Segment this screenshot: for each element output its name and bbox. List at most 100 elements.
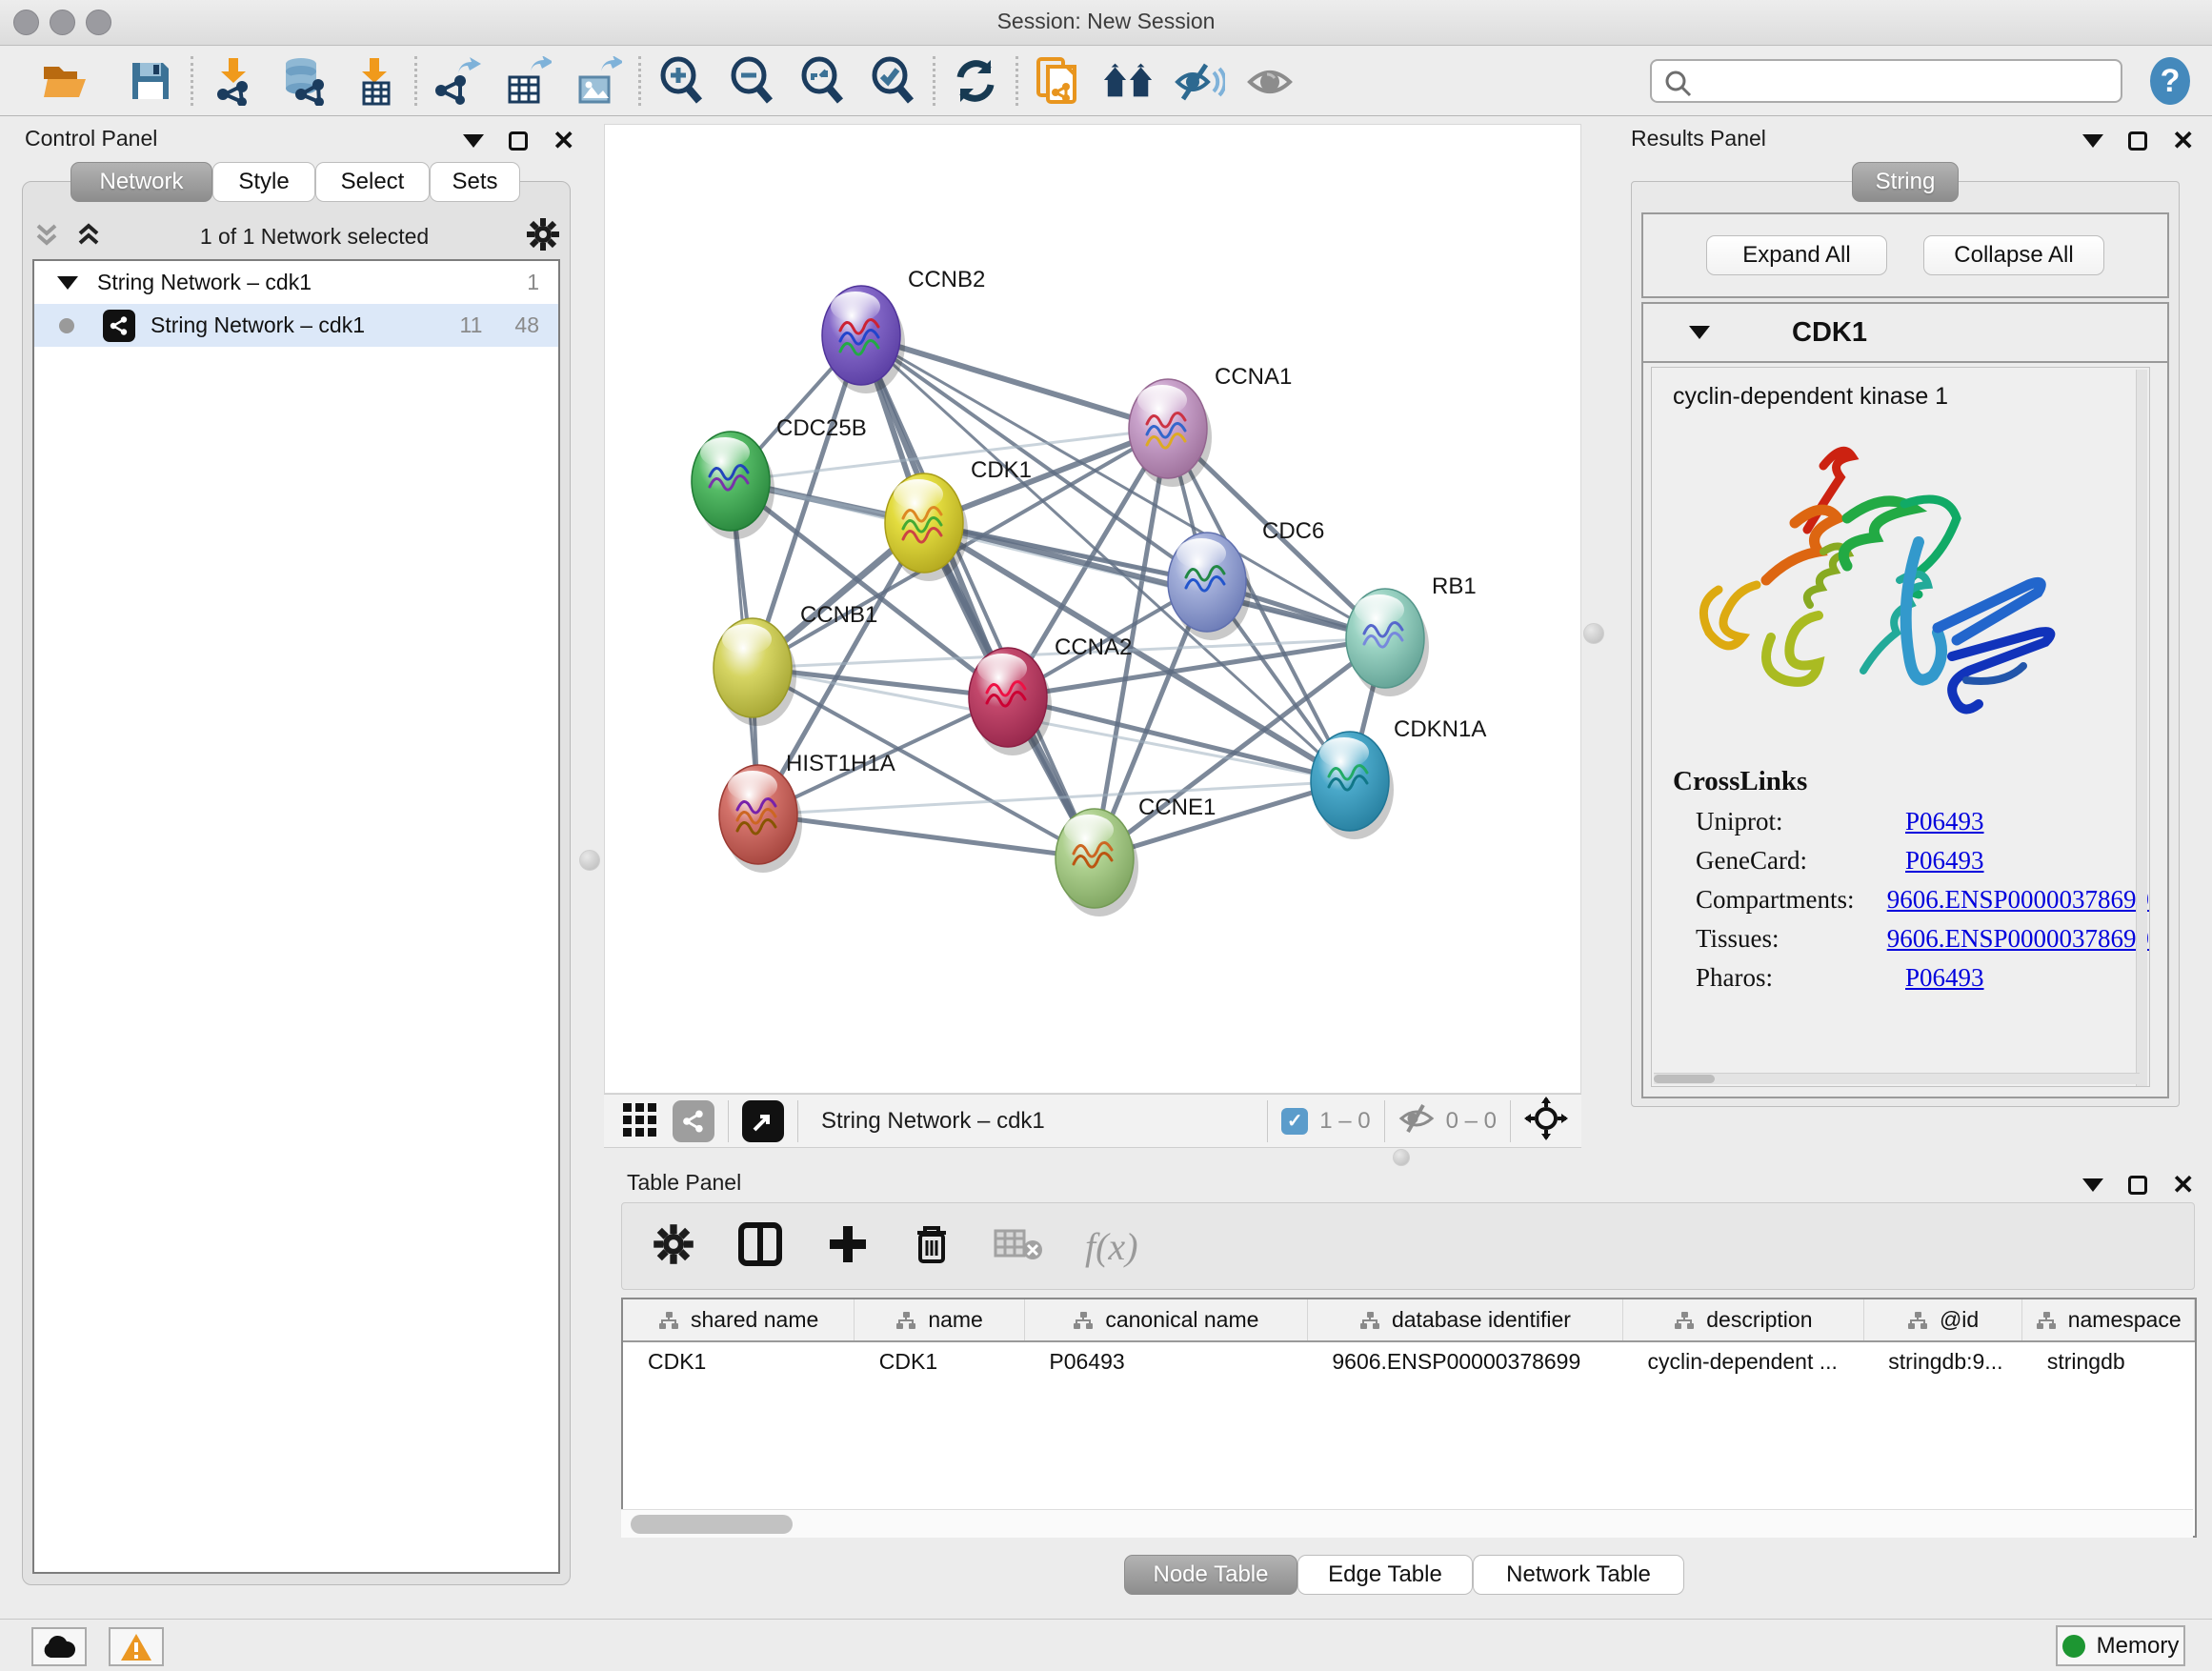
column-header-name[interactable]: name (855, 1299, 1025, 1341)
expand-all-button[interactable]: Expand All (1706, 235, 1887, 275)
zoom-out-icon[interactable] (725, 54, 778, 108)
left-splitter-handle[interactable] (579, 850, 600, 871)
show-columns-icon[interactable] (736, 1220, 784, 1273)
results-vertical-scrollbar[interactable] (2136, 370, 2147, 1086)
table-cell[interactable]: CDK1 (623, 1341, 855, 1381)
change-species-icon[interactable] (1102, 54, 1156, 108)
grid-view-icon[interactable] (621, 1099, 659, 1142)
tab-node-table[interactable]: Node Table (1124, 1555, 1297, 1595)
table-cell[interactable]: cyclin-dependent ... (1622, 1341, 1863, 1381)
export-table-icon[interactable] (501, 54, 554, 108)
left-splitter[interactable] (583, 116, 596, 1172)
table-panel-close-icon[interactable]: ✕ (2172, 1176, 2194, 1195)
crosslink-link[interactable]: P06493 (1905, 846, 1984, 876)
crosslink-label: Uniprot: (1696, 807, 1905, 836)
table-cell[interactable]: 9606.ENSP00000378699 (1307, 1341, 1622, 1381)
show-all-icon[interactable] (1243, 54, 1297, 108)
network-collection-row[interactable]: String Network – cdk1 1 (34, 261, 558, 304)
tab-sets[interactable]: Sets (430, 162, 520, 202)
zoom-in-icon[interactable] (654, 54, 708, 108)
zoom-fit-icon[interactable] (795, 54, 849, 108)
crosslink-link[interactable]: P06493 (1905, 963, 1984, 993)
column-header-database-identifier[interactable]: database identifier (1307, 1299, 1622, 1341)
expand-all-networks-icon[interactable] (74, 220, 103, 253)
network-share-view-icon[interactable] (673, 1100, 714, 1142)
results-panel-close-icon[interactable]: ✕ (2172, 131, 2194, 151)
tab-select[interactable]: Select (315, 162, 430, 202)
delete-table-icon (994, 1227, 1043, 1266)
crosslink-link[interactable]: 9606.ENSP00000378699 (1887, 885, 2149, 915)
collapse-all-networks-icon[interactable] (32, 220, 61, 253)
node-label: CDC25B (776, 415, 867, 441)
tab-network[interactable]: Network (70, 162, 212, 202)
table-options-gear-icon[interactable] (653, 1223, 694, 1270)
table-cell[interactable]: P06493 (1024, 1341, 1307, 1381)
control-panel-title: Control Panel (25, 126, 157, 151)
delete-column-icon[interactable] (912, 1221, 952, 1272)
tree-expand-icon[interactable] (57, 276, 78, 290)
zoom-selected-icon[interactable] (866, 54, 919, 108)
column-header--id[interactable]: @id (1863, 1299, 2022, 1341)
warnings-button[interactable] (109, 1627, 164, 1666)
table-cell[interactable]: stringdb (2022, 1341, 2195, 1381)
network-node-rb1[interactable]: RB1 (1346, 574, 1477, 696)
network-canvas[interactable]: CCNB2CCNA1CDC25BCDK1CDC6RB1CCNB1CCNA2CDK… (604, 124, 1581, 1094)
column-header-description[interactable]: description (1622, 1299, 1863, 1341)
results-panel-minimize-icon[interactable] (2082, 134, 2103, 148)
network-row[interactable]: String Network – cdk1 11 48 (34, 304, 558, 347)
add-column-icon[interactable] (826, 1222, 870, 1271)
entry-collapse-icon[interactable] (1689, 326, 1710, 339)
network-type-icon (103, 310, 135, 342)
results-horizontal-scrollbar[interactable] (1654, 1073, 2140, 1084)
fit-content-crosshair-icon[interactable] (1524, 1097, 1568, 1145)
import-table-icon[interactable] (348, 54, 401, 108)
crosslink-link[interactable]: 9606.ENSP00000378699 (1887, 924, 2149, 954)
right-splitter-handle[interactable] (1583, 623, 1604, 644)
bottom-splitter-handle[interactable] (1393, 1149, 1410, 1166)
network-options-gear-icon[interactable] (526, 217, 560, 256)
save-session-icon[interactable] (124, 54, 177, 108)
network-edge[interactable] (861, 335, 1168, 429)
export-image-icon[interactable] (572, 54, 625, 108)
crosslinks-title: CrossLinks (1673, 766, 2149, 797)
table-panel-float-icon[interactable] (2128, 1176, 2147, 1195)
tab-network-table[interactable]: Network Table (1473, 1555, 1684, 1595)
table-row[interactable]: CDK1CDK1P064939606.ENSP00000378699cyclin… (623, 1341, 2195, 1381)
network-edge[interactable] (758, 815, 1095, 858)
column-header-namespace[interactable]: namespace (2022, 1299, 2195, 1341)
control-panel-minimize-icon[interactable] (463, 134, 484, 148)
table-cell[interactable]: CDK1 (855, 1341, 1025, 1381)
table-horizontal-scrollbar[interactable] (621, 1509, 2193, 1538)
clone-network-icon[interactable] (1032, 54, 1085, 108)
export-network-icon[interactable] (431, 54, 484, 108)
table-cell[interactable]: stringdb:9... (1863, 1341, 2022, 1381)
network-node-ccne1[interactable]: CCNE1 (1056, 795, 1216, 916)
network-node-cdkn1a[interactable]: CDKN1A (1311, 716, 1486, 839)
selected-checkbox-icon[interactable]: ✓ (1281, 1108, 1308, 1135)
memory-button[interactable]: Memory (2056, 1625, 2185, 1666)
refresh-view-icon[interactable] (949, 54, 1002, 108)
column-header-shared-name[interactable]: shared name (623, 1299, 855, 1341)
import-network-icon[interactable] (207, 54, 260, 108)
network-edge[interactable] (861, 335, 1095, 858)
cloud-status-button[interactable] (31, 1627, 87, 1666)
tab-style[interactable]: Style (212, 162, 315, 202)
help-icon[interactable]: ? (2143, 54, 2197, 108)
import-network-from-database-icon[interactable] (277, 54, 331, 108)
hide-selected-icon[interactable] (1173, 54, 1226, 108)
tab-string[interactable]: String (1852, 162, 1959, 202)
table-panel-minimize-icon[interactable] (2082, 1178, 2103, 1192)
control-panel-float-icon[interactable] (509, 131, 528, 151)
node-label: CDKN1A (1394, 716, 1486, 742)
open-session-icon[interactable] (38, 54, 91, 108)
column-header-canonical-name[interactable]: canonical name (1024, 1299, 1307, 1341)
results-panel-float-icon[interactable] (2128, 131, 2147, 151)
detach-view-icon[interactable] (742, 1100, 784, 1142)
control-panel-close-icon[interactable]: ✕ (553, 131, 574, 151)
right-splitter[interactable] (1589, 116, 1602, 1107)
search-input[interactable] (1701, 63, 2111, 99)
network-node-cdc6[interactable]: CDC6 (1168, 518, 1324, 640)
crosslink-link[interactable]: P06493 (1905, 807, 1984, 836)
tab-edge-table[interactable]: Edge Table (1297, 1555, 1473, 1595)
collapse-all-button[interactable]: Collapse All (1923, 235, 2104, 275)
